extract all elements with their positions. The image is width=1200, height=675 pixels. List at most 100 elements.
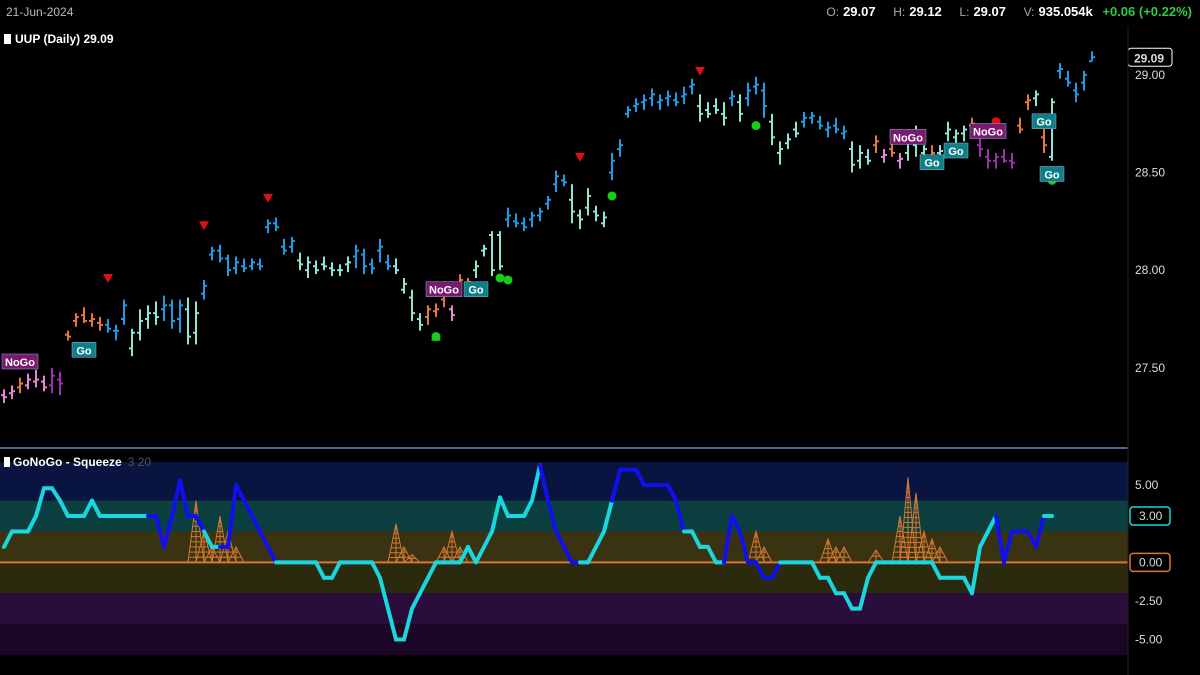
price-bar xyxy=(809,111,815,124)
up-dot-marker xyxy=(495,273,505,283)
price-bar xyxy=(681,86,687,105)
price-bar xyxy=(553,170,559,193)
price-bar xyxy=(281,238,287,255)
price-bar xyxy=(393,258,399,275)
price-bar xyxy=(225,254,231,277)
price-bar xyxy=(657,94,663,110)
oscillator-tick-label: 5.00 xyxy=(1135,478,1159,492)
price-bar xyxy=(849,141,855,173)
price-bar xyxy=(881,149,887,163)
price-bar xyxy=(865,149,871,165)
oscillator-tick-label: -5.00 xyxy=(1135,633,1163,647)
price-bar xyxy=(561,174,567,187)
price-tick-label: 28.50 xyxy=(1135,166,1165,180)
up-dot-marker xyxy=(751,121,761,131)
price-bar xyxy=(1065,70,1071,87)
indicator-params: 3 20 xyxy=(127,455,152,469)
current-value-label: 3.00 xyxy=(1139,509,1163,523)
tag-label: NoGo xyxy=(5,357,35,369)
price-bar xyxy=(297,252,303,271)
nogo-tag: NoGo xyxy=(969,123,1007,139)
down-triangle-marker xyxy=(263,193,273,203)
price-bar xyxy=(25,373,31,390)
price-bar xyxy=(745,82,751,107)
price-bar xyxy=(73,313,79,327)
price-bar xyxy=(521,217,527,232)
price-bar xyxy=(321,256,327,271)
price-bar xyxy=(289,236,295,253)
price-bar xyxy=(361,248,367,275)
price-bar xyxy=(529,211,535,228)
price-bar xyxy=(169,299,175,329)
price-bar xyxy=(313,260,319,275)
price-tick-label: 28.00 xyxy=(1135,263,1165,277)
price-bar xyxy=(961,125,967,142)
nogo-tag: NoGo xyxy=(425,281,463,297)
price-bar xyxy=(353,244,359,269)
price-bar xyxy=(777,141,783,165)
oscillator-tick-label: -2.50 xyxy=(1135,594,1163,608)
price-bar xyxy=(721,102,727,126)
price-bar xyxy=(193,301,199,345)
price-bar xyxy=(769,113,775,146)
tag-label: Go xyxy=(468,285,484,297)
tag-label: Go xyxy=(1044,169,1060,181)
price-bar xyxy=(793,121,799,138)
price-bar xyxy=(89,313,95,327)
price-bar xyxy=(705,102,711,118)
price-bar xyxy=(145,305,151,329)
price-bar xyxy=(617,139,623,157)
tag-label: NoGo xyxy=(429,285,459,297)
price-bar xyxy=(257,258,263,271)
price-bar xyxy=(1057,63,1063,79)
price-bar xyxy=(513,213,519,228)
price-bar xyxy=(249,258,255,271)
price-bar xyxy=(977,137,983,157)
price-bar xyxy=(473,260,479,278)
price-bar xyxy=(993,152,999,169)
price-bar xyxy=(369,258,375,275)
price-bar xyxy=(801,111,807,128)
up-dot-marker xyxy=(607,191,617,201)
down-triangle-marker xyxy=(695,66,705,76)
price-bar xyxy=(57,371,63,396)
chart-canvas[interactable]: 27.5028.0028.5029.0029.09NoGoGoNoGo GoNoG… xyxy=(0,0,1200,675)
price-bar xyxy=(761,82,767,118)
price-bar xyxy=(817,115,823,130)
price-bar xyxy=(825,121,831,138)
price-bar xyxy=(649,88,655,107)
price-bar xyxy=(9,385,15,400)
price-bar xyxy=(121,299,127,325)
indicator-swatch xyxy=(4,457,10,467)
price-bar xyxy=(33,369,39,388)
price-bar xyxy=(1,389,7,404)
go-tag: Go xyxy=(463,281,489,297)
price-bar xyxy=(337,264,343,277)
price-bar xyxy=(1033,90,1039,107)
down-triangle-marker xyxy=(575,152,585,162)
go-tag: Go xyxy=(71,342,97,358)
go-tag: Go xyxy=(919,154,945,170)
price-bar xyxy=(233,256,239,275)
indicator-legend: GoNoGo - Squeeze 3 20 xyxy=(4,455,151,469)
price-bar xyxy=(409,289,415,321)
price-bar xyxy=(625,106,631,118)
price-bar xyxy=(177,299,183,333)
price-bar xyxy=(713,98,719,114)
price-bar xyxy=(97,317,103,331)
tag-label: Go xyxy=(76,345,92,357)
price-bar xyxy=(305,256,311,278)
price-bar xyxy=(81,307,87,323)
tag-label: NoGo xyxy=(893,132,923,144)
price-bar xyxy=(729,90,735,107)
price-bar xyxy=(41,375,47,392)
price-bar xyxy=(585,188,591,216)
price-bar xyxy=(401,278,407,294)
symbol-label: UUP (Daily) 29.09 xyxy=(15,32,114,46)
oscillator-zone-band xyxy=(0,462,1128,501)
price-bar xyxy=(665,90,671,107)
price-bar xyxy=(873,135,879,153)
price-bar xyxy=(417,313,423,331)
tag-label: Go xyxy=(924,158,940,170)
price-bar xyxy=(449,305,455,321)
